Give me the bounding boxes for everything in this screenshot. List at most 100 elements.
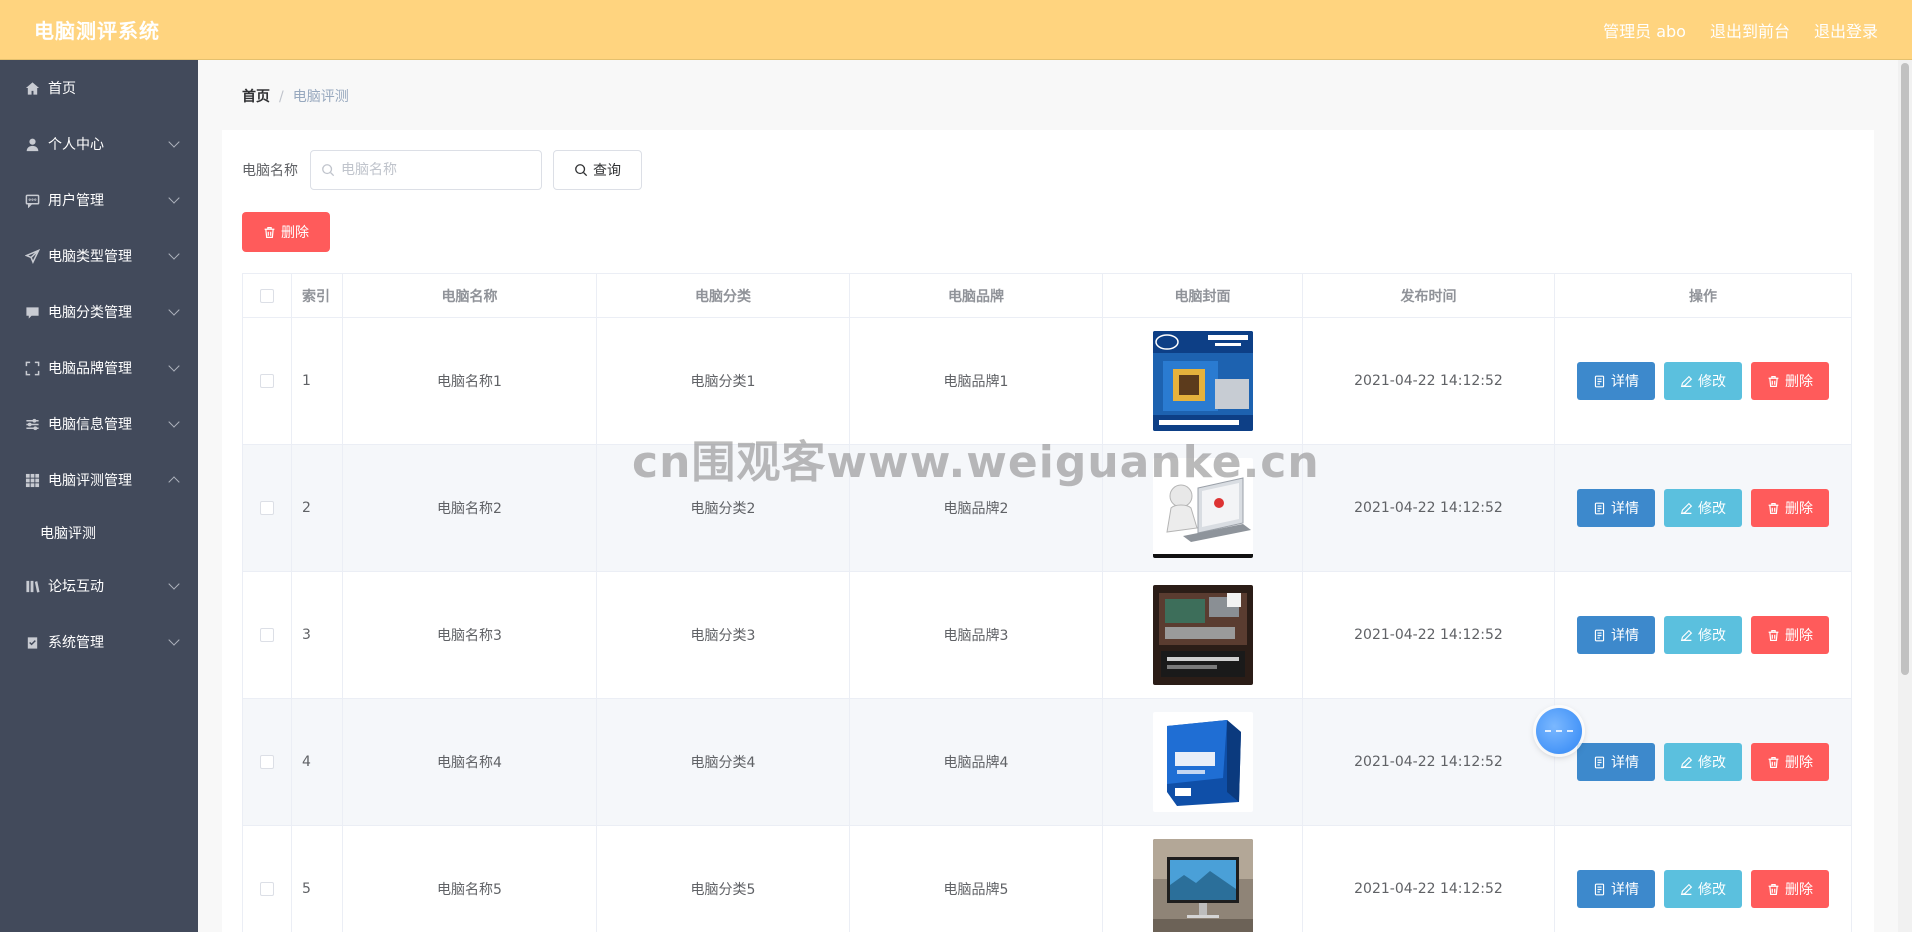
row-actions: 详情 修改 删除 [1555, 572, 1851, 698]
header-ops: 操作 [1689, 288, 1717, 305]
floating-ball-icon[interactable] [1536, 708, 1582, 754]
row-category: 电脑分类2 [597, 445, 850, 571]
chevron-down-icon [168, 360, 180, 372]
query-button[interactable]: 查询 [553, 150, 642, 190]
sidebar-item-personal-center[interactable]: 个人中心 [0, 116, 198, 172]
select-all-checkbox[interactable] [260, 288, 274, 303]
row-checkbox[interactable] [260, 501, 274, 515]
breadcrumb: 首页 / 电脑评测 [242, 86, 349, 106]
cover-image[interactable] [1152, 839, 1253, 932]
sidebar-item-label: 电脑品牌管理 [48, 361, 132, 377]
chevron-up-icon [168, 476, 180, 488]
row-checkbox[interactable] [260, 755, 274, 769]
dash-line [1545, 730, 1573, 732]
sliders-icon [24, 416, 40, 432]
logout-link[interactable]: 退出登录 [1814, 18, 1878, 42]
edit-button[interactable]: 修改 [1664, 616, 1742, 654]
table-row: 3 电脑名称3 电脑分类3 电脑品牌3 2021-04-22 14:12:52 … [243, 572, 1851, 699]
detail-button[interactable]: 详情 [1577, 743, 1655, 781]
document-icon [1594, 629, 1605, 641]
search-label: 电脑名称 [242, 163, 298, 179]
detail-button[interactable]: 详情 [1577, 362, 1655, 400]
table-header-row: 索引 电脑名称 电脑分类 电脑品牌 电脑封面 发布时间 操作 [243, 274, 1851, 318]
sidebar-item-category-management[interactable]: 电脑分类管理 [0, 284, 198, 340]
library-icon [24, 578, 40, 594]
search-input-wrapper[interactable] [310, 150, 542, 190]
row-time: 2021-04-22 14:12:52 [1303, 318, 1555, 444]
edit-button[interactable]: 修改 [1664, 489, 1742, 527]
admin-user-label: 管理员 abo [1603, 21, 1686, 41]
sidebar-subitem-review[interactable]: 电脑评测 [0, 508, 198, 558]
pencil-icon [1680, 756, 1693, 768]
edit-button-label: 修改 [1698, 374, 1726, 390]
delete-button[interactable]: 删除 [1751, 870, 1829, 908]
breadcrumb-separator: / [279, 89, 284, 105]
detail-button-label: 详情 [1611, 374, 1639, 390]
document-icon [1594, 502, 1605, 514]
table-row: 2 电脑名称2 电脑分类2 电脑品牌2 2021-04-22 14:12:52 … [243, 445, 1851, 572]
sidebar-item-label: 论坛互动 [48, 579, 104, 595]
sidebar-item-brand-management[interactable]: 电脑品牌管理 [0, 340, 198, 396]
grid-icon [24, 472, 40, 488]
delete-button[interactable]: 删除 [1751, 362, 1829, 400]
cover-image[interactable] [1152, 585, 1253, 685]
row-checkbox[interactable] [260, 374, 274, 388]
exit-to-front-link[interactable]: 退出到前台 [1710, 18, 1790, 42]
row-cover-cell [1103, 826, 1303, 932]
chevron-down-icon [168, 192, 180, 204]
detail-button[interactable]: 详情 [1577, 616, 1655, 654]
scrollbar-thumb[interactable] [1901, 63, 1909, 675]
detail-button[interactable]: 详情 [1577, 489, 1655, 527]
delete-button[interactable]: 删除 [1751, 489, 1829, 527]
row-category: 电脑分类1 [597, 318, 850, 444]
trash-icon [1768, 375, 1779, 387]
sidebar-item-user-management[interactable]: 用户管理 [0, 172, 198, 228]
row-brand: 电脑品牌4 [850, 699, 1103, 825]
row-time: 2021-04-22 14:12:52 [1303, 445, 1555, 571]
search-icon [322, 164, 335, 177]
header-check-cell [243, 274, 292, 317]
row-checkbox[interactable] [260, 628, 274, 642]
edit-button-label: 修改 [1698, 882, 1726, 898]
edit-button[interactable]: 修改 [1664, 743, 1742, 781]
review-table: 索引 电脑名称 电脑分类 电脑品牌 电脑封面 发布时间 操作 1 电脑名称1 电… [242, 273, 1852, 932]
row-category: 电脑分类5 [597, 826, 850, 932]
sidebar-item-forum[interactable]: 论坛互动 [0, 558, 198, 614]
chevron-down-icon [168, 634, 180, 646]
row-index: 5 [292, 826, 343, 932]
delete-button[interactable]: 删除 [1751, 616, 1829, 654]
detail-button-label: 详情 [1611, 628, 1639, 644]
row-brand: 电脑品牌3 [850, 572, 1103, 698]
sidebar-item-label: 电脑分类管理 [48, 305, 132, 321]
delete-button-label: 删除 [1785, 882, 1813, 898]
cover-image[interactable] [1152, 458, 1253, 558]
search-input[interactable] [341, 162, 531, 178]
sidebar-item-system-management[interactable]: 系统管理 [0, 614, 198, 670]
detail-button[interactable]: 详情 [1577, 870, 1655, 908]
edit-button[interactable]: 修改 [1664, 362, 1742, 400]
sidebar-item-review-management[interactable]: 电脑评测管理 [0, 452, 198, 508]
header-index: 索引 [292, 274, 343, 317]
breadcrumb-home[interactable]: 首页 [242, 89, 270, 105]
query-button-label: 查询 [593, 163, 621, 179]
edit-button[interactable]: 修改 [1664, 870, 1742, 908]
trash-icon [1768, 756, 1779, 768]
batch-delete-button[interactable]: 删除 [242, 212, 330, 252]
chevron-down-icon [168, 304, 180, 316]
row-check-cell [243, 318, 292, 444]
row-brand: 电脑品牌5 [850, 826, 1103, 932]
sidebar-item-type-management[interactable]: 电脑类型管理 [0, 228, 198, 284]
document-icon [1594, 883, 1605, 895]
trash-icon [264, 226, 275, 238]
row-index: 2 [292, 445, 343, 571]
delete-button[interactable]: 删除 [1751, 743, 1829, 781]
sidebar-item-info-management[interactable]: 电脑信息管理 [0, 396, 198, 452]
row-brand: 电脑品牌2 [850, 445, 1103, 571]
sidebar-item-home[interactable]: 首页 [0, 60, 198, 116]
table-row: 4 电脑名称4 电脑分类4 电脑品牌4 2021-04-22 14:12:52 … [243, 699, 1851, 826]
row-checkbox[interactable] [260, 882, 274, 896]
trash-icon [1768, 629, 1779, 641]
cover-image[interactable] [1152, 331, 1253, 431]
cover-image[interactable] [1152, 712, 1253, 812]
header-name: 电脑名称 [343, 274, 597, 317]
